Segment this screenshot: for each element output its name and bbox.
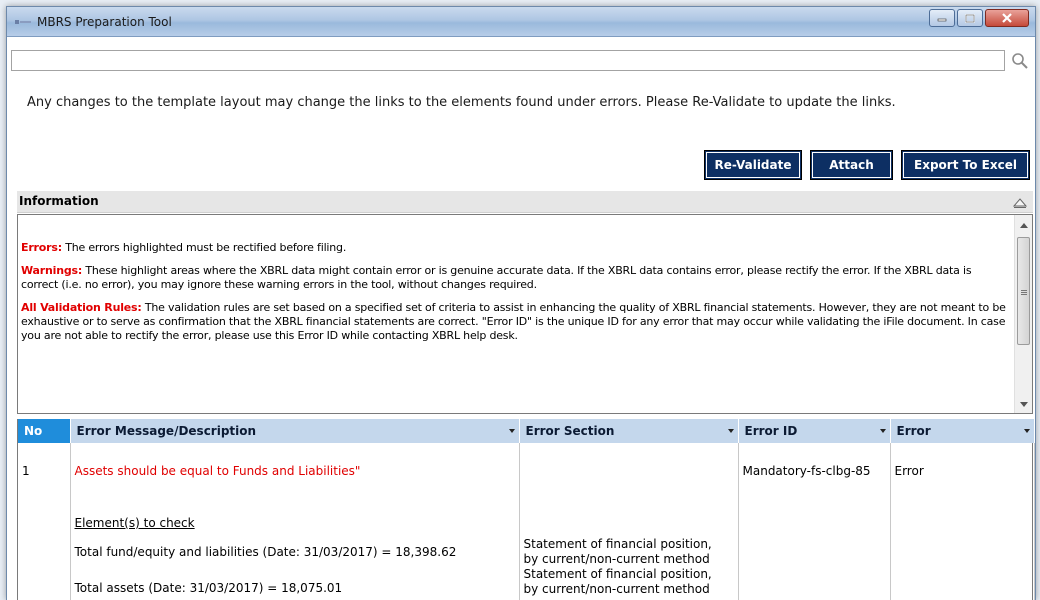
errors-text: The errors highlighted must be rectified… — [61, 241, 347, 254]
validation-rules-label: All Validation Rules: — [21, 301, 142, 314]
column-header-error-id[interactable]: Error ID — [738, 419, 891, 443]
validation-rules-text: The validation rules are set based on a … — [21, 301, 1006, 342]
error-type: Error — [894, 464, 924, 478]
filter-dropdown-icon[interactable] — [879, 429, 886, 433]
grid-header-row: No Error Message/Description Error Secti… — [18, 419, 1035, 443]
close-button[interactable] — [985, 9, 1029, 27]
scroll-thumb[interactable] — [1017, 237, 1030, 345]
column-error-id-label: Error ID — [744, 424, 798, 438]
search-button[interactable] — [1010, 51, 1030, 71]
search-icon — [1012, 53, 1028, 69]
table-row[interactable]: 1 Assets should be equal to Funds and Li… — [18, 443, 1035, 600]
search-row — [11, 50, 1031, 72]
column-message-label: Error Message/Description — [76, 424, 257, 438]
information-content: Errors: The errors highlighted must be r… — [21, 215, 1011, 343]
elements-to-check-label: Element(s) to check — [74, 516, 195, 530]
maximize-button[interactable] — [957, 9, 983, 27]
export-excel-button[interactable]: Export To Excel — [901, 150, 1030, 180]
errors-note: Errors: The errors highlighted must be r… — [21, 241, 1011, 255]
warnings-text: These highlight areas where the XBRL dat… — [21, 264, 972, 291]
action-bar: Re-Validate Attach Export To Excel — [704, 150, 1030, 180]
information-header[interactable]: Information — [17, 191, 1033, 213]
information-panel: Errors: The errors highlighted must be r… — [17, 214, 1033, 414]
row-number: 1 — [22, 464, 30, 478]
information-scrollbar[interactable] — [1014, 215, 1032, 413]
search-input[interactable] — [11, 50, 1005, 71]
filter-dropdown-icon[interactable] — [1023, 429, 1030, 433]
element-link-2[interactable]: Total assets (Date: 31/03/2017) = 18,075… — [75, 581, 343, 595]
cell-error-id[interactable]: Mandatory-fs-clbg-85 — [738, 443, 891, 600]
grip-icon — [1021, 290, 1027, 291]
section-1-line-2: by current/non-current method — [523, 552, 710, 566]
validation-rules-note: All Validation Rules: The validation rul… — [21, 301, 1011, 343]
column-section-label: Error Section — [525, 424, 615, 438]
information-title: Information — [19, 194, 99, 208]
errors-label: Errors: — [21, 241, 62, 254]
cell-no[interactable]: 1 — [18, 443, 71, 600]
cell-section[interactable]: Statement of financial position, by curr… — [519, 443, 739, 600]
template-notice: Any changes to the template layout may c… — [27, 95, 896, 110]
section-2-line-1: Statement of financial position, — [523, 567, 712, 581]
cell-message[interactable]: Assets should be equal to Funds and Liab… — [70, 443, 520, 600]
element-link-1[interactable]: Total fund/equity and liabilities (Date:… — [75, 545, 457, 559]
filter-dropdown-icon[interactable] — [508, 429, 515, 433]
window-controls — [929, 9, 1029, 27]
close-icon — [1002, 13, 1012, 23]
column-error-label: Error — [896, 424, 931, 438]
errors-grid: No Error Message/Description Error Secti… — [17, 419, 1035, 600]
column-header-message[interactable]: Error Message/Description — [70, 419, 520, 443]
collapse-icon[interactable] — [1013, 196, 1027, 208]
minimize-button[interactable] — [929, 9, 955, 27]
maximize-icon — [965, 13, 975, 23]
column-header-error[interactable]: Error — [890, 419, 1035, 443]
warnings-note: Warnings: These highlight areas where th… — [21, 264, 1011, 292]
scroll-up-icon[interactable] — [1020, 223, 1028, 228]
error-message: Assets should be equal to Funds and Liab… — [74, 464, 361, 478]
filter-dropdown-icon[interactable] — [727, 429, 734, 433]
column-header-no[interactable]: No — [18, 419, 71, 443]
error-id: Mandatory-fs-clbg-85 — [742, 464, 871, 478]
section-1-line-1: Statement of financial position, — [523, 537, 712, 551]
cell-error[interactable]: Error — [890, 443, 1035, 600]
section-2-line-2: by current/non-current method — [523, 582, 710, 596]
minimize-icon — [937, 18, 947, 22]
column-no-label: No — [24, 424, 43, 438]
revalidate-button[interactable]: Re-Validate — [704, 150, 802, 180]
app-icon — [15, 20, 31, 24]
title-bar[interactable]: MBRS Preparation Tool — [7, 7, 1035, 37]
scroll-down-icon[interactable] — [1020, 402, 1028, 407]
warnings-label: Warnings: — [21, 264, 83, 277]
attach-button[interactable]: Attach — [810, 150, 893, 180]
errors-table: No Error Message/Description Error Secti… — [18, 419, 1035, 600]
app-window: MBRS Preparation Tool Any changes to the… — [6, 6, 1036, 600]
window-title: MBRS Preparation Tool — [37, 15, 172, 29]
column-header-section[interactable]: Error Section — [519, 419, 739, 443]
